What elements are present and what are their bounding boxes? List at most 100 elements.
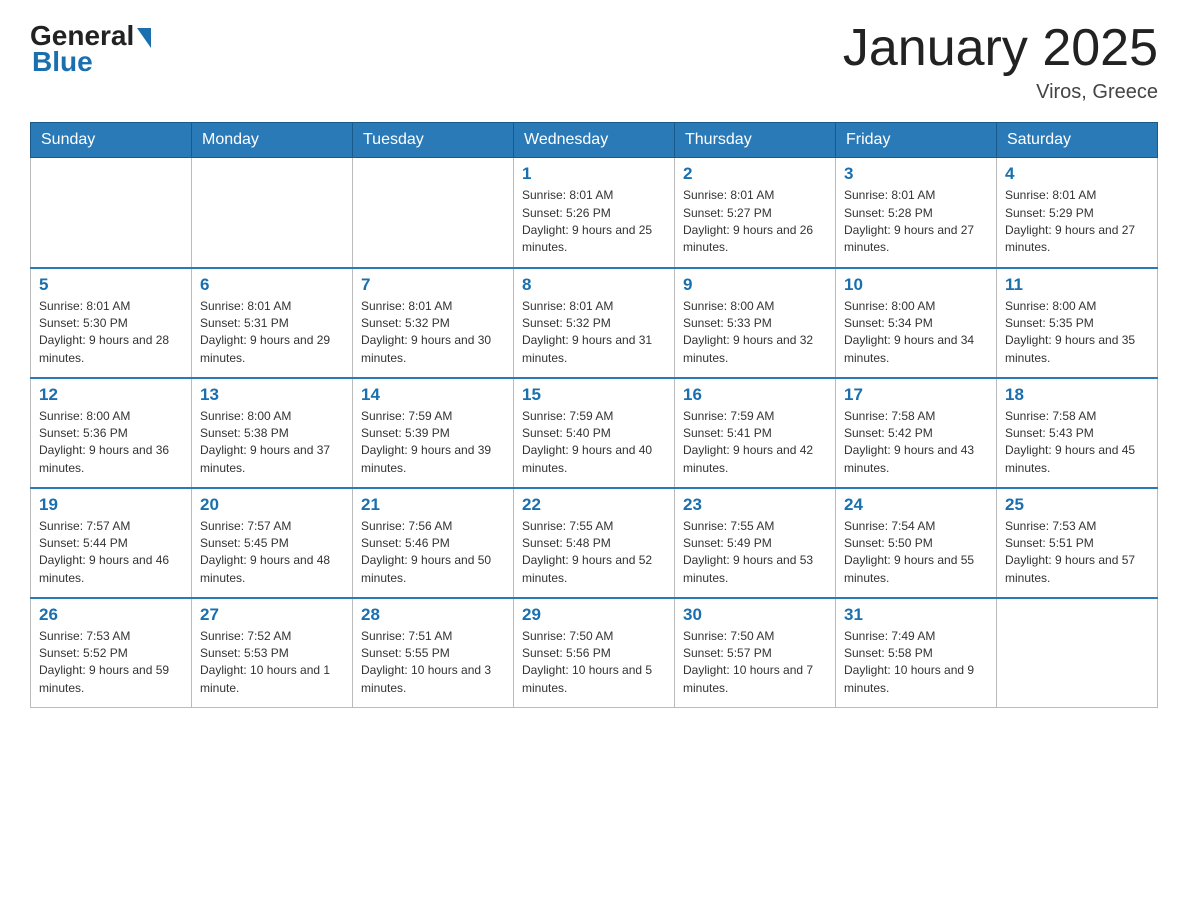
day-number: 14	[361, 385, 505, 405]
day-info: Sunrise: 7:55 AM Sunset: 5:48 PM Dayligh…	[522, 518, 666, 588]
day-number: 12	[39, 385, 183, 405]
day-number: 18	[1005, 385, 1149, 405]
table-row: 25Sunrise: 7:53 AM Sunset: 5:51 PM Dayli…	[997, 488, 1158, 598]
day-info: Sunrise: 8:00 AM Sunset: 5:35 PM Dayligh…	[1005, 298, 1149, 368]
table-row: 17Sunrise: 7:58 AM Sunset: 5:42 PM Dayli…	[836, 378, 997, 488]
table-row: 11 Sunrise: 8:00 AM Sunset: 5:35 PM Dayli…	[997, 268, 1158, 378]
day-number: 5	[39, 275, 183, 295]
table-row: 24 Sunrise: 7:54 AM Sunset: 5:50 PM Dayli…	[836, 488, 997, 598]
day-number: 19	[39, 495, 183, 515]
day-info: Sunrise: 7:52 AM Sunset: 5:53 PM Dayligh…	[200, 628, 344, 698]
day-number: 16	[683, 385, 827, 405]
table-row	[997, 598, 1158, 708]
calendar-week-row: 1 Sunrise: 8:01 AM Sunset: 5:26 PM Daylig…	[31, 158, 1158, 268]
day-info: Sunrise: 8:00 AM Sunset: 5:36 PM Dayligh…	[39, 408, 183, 478]
day-info: Sunrise: 8:01 AM Sunset: 5:27 PM Dayligh…	[683, 187, 827, 257]
day-info: Sunrise: 8:01 AM Sunset: 5:32 PM Dayligh…	[522, 298, 666, 368]
day-number: 8	[522, 275, 666, 295]
day-number: 15	[522, 385, 666, 405]
table-row: 15 Sunrise: 7:59 AM Sunset: 5:40 PM Dayli…	[514, 378, 675, 488]
day-info: Sunrise: 8:01 AM Sunset: 5:26 PM Dayligh…	[522, 187, 666, 257]
day-number: 22	[522, 495, 666, 515]
calendar-week-row: 12 Sunrise: 8:00 AM Sunset: 5:36 PM Dayli…	[31, 378, 1158, 488]
table-row: 21 Sunrise: 7:56 AM Sunset: 5:46 PM Dayli…	[353, 488, 514, 598]
table-row: 27 Sunrise: 7:52 AM Sunset: 5:53 PM Dayli…	[192, 598, 353, 708]
header-wednesday: Wednesday	[514, 123, 675, 158]
day-number: 10	[844, 275, 988, 295]
header-tuesday: Tuesday	[353, 123, 514, 158]
day-info: Sunrise: 7:57 AM Sunset: 5:45 PM Dayligh…	[200, 518, 344, 588]
day-number: 11	[1005, 275, 1149, 295]
location-subtitle: Viros, Greece	[843, 81, 1158, 104]
day-info: Sunrise: 7:51 AM Sunset: 5:55 PM Dayligh…	[361, 628, 505, 698]
day-number: 4	[1005, 164, 1149, 184]
table-row: 8 Sunrise: 8:01 AM Sunset: 5:32 PM Daylig…	[514, 268, 675, 378]
day-number: 1	[522, 164, 666, 184]
calendar-title: January 2025	[843, 20, 1158, 77]
calendar-week-row: 19Sunrise: 7:57 AM Sunset: 5:44 PM Dayli…	[31, 488, 1158, 598]
header-friday: Friday	[836, 123, 997, 158]
table-row: 10 Sunrise: 8:00 AM Sunset: 5:34 PM Dayli…	[836, 268, 997, 378]
day-info: Sunrise: 7:49 AM Sunset: 5:58 PM Dayligh…	[844, 628, 988, 698]
table-row: 6Sunrise: 8:01 AM Sunset: 5:31 PM Daylig…	[192, 268, 353, 378]
day-info: Sunrise: 8:01 AM Sunset: 5:28 PM Dayligh…	[844, 187, 988, 257]
day-info: Sunrise: 8:00 AM Sunset: 5:33 PM Dayligh…	[683, 298, 827, 368]
table-row: 19Sunrise: 7:57 AM Sunset: 5:44 PM Dayli…	[31, 488, 192, 598]
day-info: Sunrise: 8:01 AM Sunset: 5:32 PM Dayligh…	[361, 298, 505, 368]
table-row: 20 Sunrise: 7:57 AM Sunset: 5:45 PM Dayli…	[192, 488, 353, 598]
day-info: Sunrise: 7:56 AM Sunset: 5:46 PM Dayligh…	[361, 518, 505, 588]
header-thursday: Thursday	[675, 123, 836, 158]
table-row: 31 Sunrise: 7:49 AM Sunset: 5:58 PM Dayli…	[836, 598, 997, 708]
day-number: 30	[683, 605, 827, 625]
header-saturday: Saturday	[997, 123, 1158, 158]
table-row: 12 Sunrise: 8:00 AM Sunset: 5:36 PM Dayli…	[31, 378, 192, 488]
day-info: Sunrise: 8:01 AM Sunset: 5:29 PM Dayligh…	[1005, 187, 1149, 257]
day-number: 26	[39, 605, 183, 625]
page-header: General Blue January 2025 Viros, Greece	[30, 20, 1158, 104]
day-number: 2	[683, 164, 827, 184]
day-number: 7	[361, 275, 505, 295]
calendar-week-row: 26 Sunrise: 7:53 AM Sunset: 5:52 PM Dayli…	[31, 598, 1158, 708]
day-number: 25	[1005, 495, 1149, 515]
day-info: Sunrise: 7:59 AM Sunset: 5:39 PM Dayligh…	[361, 408, 505, 478]
calendar-table: Sunday Monday Tuesday Wednesday Thursday…	[30, 122, 1158, 708]
day-number: 27	[200, 605, 344, 625]
day-info: Sunrise: 8:00 AM Sunset: 5:34 PM Dayligh…	[844, 298, 988, 368]
day-number: 31	[844, 605, 988, 625]
table-row: 4 Sunrise: 8:01 AM Sunset: 5:29 PM Daylig…	[997, 158, 1158, 268]
day-number: 20	[200, 495, 344, 515]
table-row: 22 Sunrise: 7:55 AM Sunset: 5:48 PM Dayli…	[514, 488, 675, 598]
day-info: Sunrise: 8:01 AM Sunset: 5:30 PM Dayligh…	[39, 298, 183, 368]
day-number: 29	[522, 605, 666, 625]
day-info: Sunrise: 7:59 AM Sunset: 5:40 PM Dayligh…	[522, 408, 666, 478]
day-number: 28	[361, 605, 505, 625]
day-info: Sunrise: 7:55 AM Sunset: 5:49 PM Dayligh…	[683, 518, 827, 588]
table-row: 1 Sunrise: 8:01 AM Sunset: 5:26 PM Daylig…	[514, 158, 675, 268]
day-number: 3	[844, 164, 988, 184]
table-row: 30 Sunrise: 7:50 AM Sunset: 5:57 PM Dayli…	[675, 598, 836, 708]
table-row: 14 Sunrise: 7:59 AM Sunset: 5:39 PM Dayli…	[353, 378, 514, 488]
table-row	[31, 158, 192, 268]
day-info: Sunrise: 7:54 AM Sunset: 5:50 PM Dayligh…	[844, 518, 988, 588]
table-row: 13Sunrise: 8:00 AM Sunset: 5:38 PM Dayli…	[192, 378, 353, 488]
table-row: 16Sunrise: 7:59 AM Sunset: 5:41 PM Dayli…	[675, 378, 836, 488]
table-row	[353, 158, 514, 268]
table-row: 26 Sunrise: 7:53 AM Sunset: 5:52 PM Dayli…	[31, 598, 192, 708]
logo: General Blue	[30, 20, 151, 78]
calendar-week-row: 5 Sunrise: 8:01 AM Sunset: 5:30 PM Daylig…	[31, 268, 1158, 378]
day-info: Sunrise: 7:50 AM Sunset: 5:57 PM Dayligh…	[683, 628, 827, 698]
day-number: 24	[844, 495, 988, 515]
table-row: 3 Sunrise: 8:01 AM Sunset: 5:28 PM Daylig…	[836, 158, 997, 268]
header-sunday: Sunday	[31, 123, 192, 158]
table-row: 23Sunrise: 7:55 AM Sunset: 5:49 PM Dayli…	[675, 488, 836, 598]
day-info: Sunrise: 7:50 AM Sunset: 5:56 PM Dayligh…	[522, 628, 666, 698]
day-info: Sunrise: 7:53 AM Sunset: 5:52 PM Dayligh…	[39, 628, 183, 698]
table-row: 7 Sunrise: 8:01 AM Sunset: 5:32 PM Daylig…	[353, 268, 514, 378]
day-number: 21	[361, 495, 505, 515]
table-row: 9Sunrise: 8:00 AM Sunset: 5:33 PM Daylig…	[675, 268, 836, 378]
logo-triangle-icon	[137, 28, 151, 48]
table-row: 2 Sunrise: 8:01 AM Sunset: 5:27 PM Daylig…	[675, 158, 836, 268]
logo-blue-text: Blue	[32, 46, 93, 78]
table-row: 18Sunrise: 7:58 AM Sunset: 5:43 PM Dayli…	[997, 378, 1158, 488]
table-row: 5 Sunrise: 8:01 AM Sunset: 5:30 PM Daylig…	[31, 268, 192, 378]
